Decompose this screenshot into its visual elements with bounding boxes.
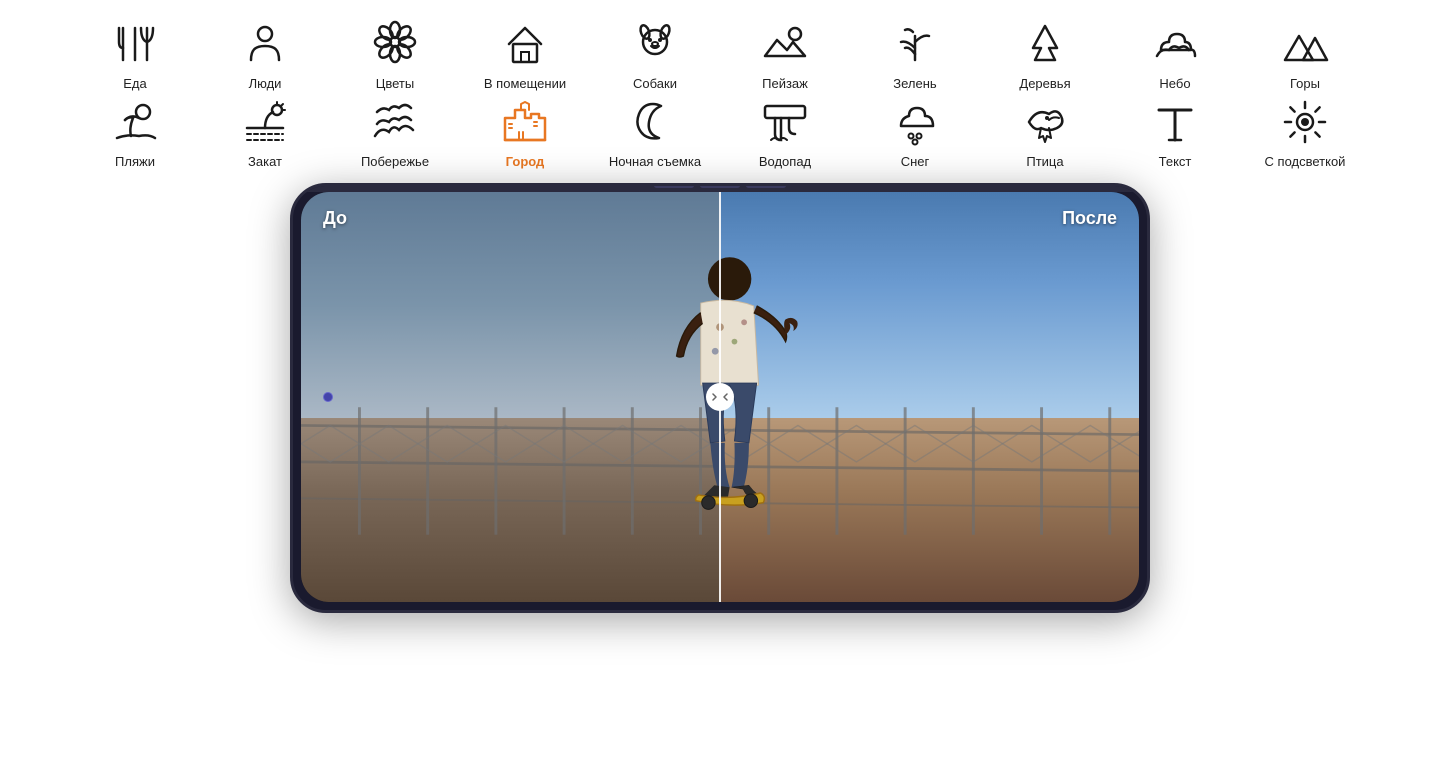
icon-city[interactable]: Город [460, 96, 590, 170]
phone-container: До После [0, 183, 1440, 613]
icon-landscape[interactable]: Пейзаж [720, 18, 850, 92]
phone-screen: До После [301, 192, 1139, 602]
food-icon [109, 18, 161, 70]
indoor-icon [499, 18, 551, 70]
snow-icon [889, 96, 941, 148]
phone-btn-1 [654, 183, 694, 188]
icon-people[interactable]: Люди [200, 18, 330, 92]
icon-snow[interactable]: Снег [850, 96, 980, 170]
food-label: Еда [123, 76, 147, 92]
sunset-label: Закат [248, 154, 282, 170]
beach-icon [109, 96, 161, 148]
people-label: Люди [249, 76, 282, 92]
people-icon [239, 18, 291, 70]
label-before: До [323, 208, 347, 229]
icon-food[interactable]: Еда [70, 18, 200, 92]
label-after: После [1062, 208, 1117, 229]
coast-icon [369, 96, 421, 148]
night-icon [629, 96, 681, 148]
sunset-icon [239, 96, 291, 148]
flowers-label: Цветы [376, 76, 414, 92]
icon-text[interactable]: Текст [1110, 96, 1240, 170]
bird-icon [1019, 96, 1071, 148]
icons-section: Еда Люди [0, 0, 1440, 173]
icon-greens[interactable]: Зелень [850, 18, 980, 92]
icon-bird[interactable]: Птица [980, 96, 1110, 170]
city-icon [499, 96, 551, 148]
text-icon [1149, 96, 1201, 148]
icon-dogs[interactable]: Собаки [590, 18, 720, 92]
icons-row-1: Еда Люди [70, 18, 1370, 92]
indoor-label: В помещении [484, 76, 566, 92]
night-label: Ночная съемка [609, 154, 701, 170]
flowers-icon [369, 18, 421, 70]
greens-label: Зелень [893, 76, 936, 92]
phone-top-buttons [654, 183, 786, 188]
text-label: Текст [1159, 154, 1192, 170]
backlight-label: С подсветкой [1265, 154, 1346, 170]
icons-row-2: Пляжи Закат [70, 96, 1370, 170]
greens-icon [889, 18, 941, 70]
landscape-label: Пейзаж [762, 76, 808, 92]
icon-flowers[interactable]: Цветы [330, 18, 460, 92]
split-handle[interactable] [706, 383, 734, 411]
icon-sunset[interactable]: Закат [200, 96, 330, 170]
icon-indoor[interactable]: В помещении [460, 18, 590, 92]
backlight-icon [1279, 96, 1331, 148]
camera-dot [323, 392, 333, 402]
trees-label: Деревья [1019, 76, 1070, 92]
icon-trees[interactable]: Деревья [980, 18, 1110, 92]
dogs-icon [629, 18, 681, 70]
city-label: Город [506, 154, 545, 170]
trees-icon [1019, 18, 1071, 70]
coast-label: Побережье [361, 154, 429, 170]
phone-device: До После [290, 183, 1150, 613]
icon-waterfall[interactable]: Водопад [720, 96, 850, 170]
split-line [719, 192, 721, 602]
icon-coast[interactable]: Побережье [330, 96, 460, 170]
bird-label: Птица [1026, 154, 1063, 170]
phone-btn-2 [700, 183, 740, 188]
snow-label: Снег [901, 154, 930, 170]
icon-backlight[interactable]: С подсветкой [1240, 96, 1370, 170]
mountains-label: Горы [1290, 76, 1320, 92]
sky-label: Небо [1159, 76, 1190, 92]
sky-icon [1149, 18, 1201, 70]
phone-btn-3 [746, 183, 786, 188]
icon-beach[interactable]: Пляжи [70, 96, 200, 170]
icon-night[interactable]: Ночная съемка [590, 96, 720, 170]
waterfall-label: Водопад [759, 154, 811, 170]
icon-mountains[interactable]: Горы [1240, 18, 1370, 92]
icon-sky[interactable]: Небо [1110, 18, 1240, 92]
landscape-icon [759, 18, 811, 70]
beach-label: Пляжи [115, 154, 155, 170]
waterfall-icon [759, 96, 811, 148]
split-container: До После [301, 192, 1139, 602]
mountains-icon [1279, 18, 1331, 70]
dogs-label: Собаки [633, 76, 677, 92]
